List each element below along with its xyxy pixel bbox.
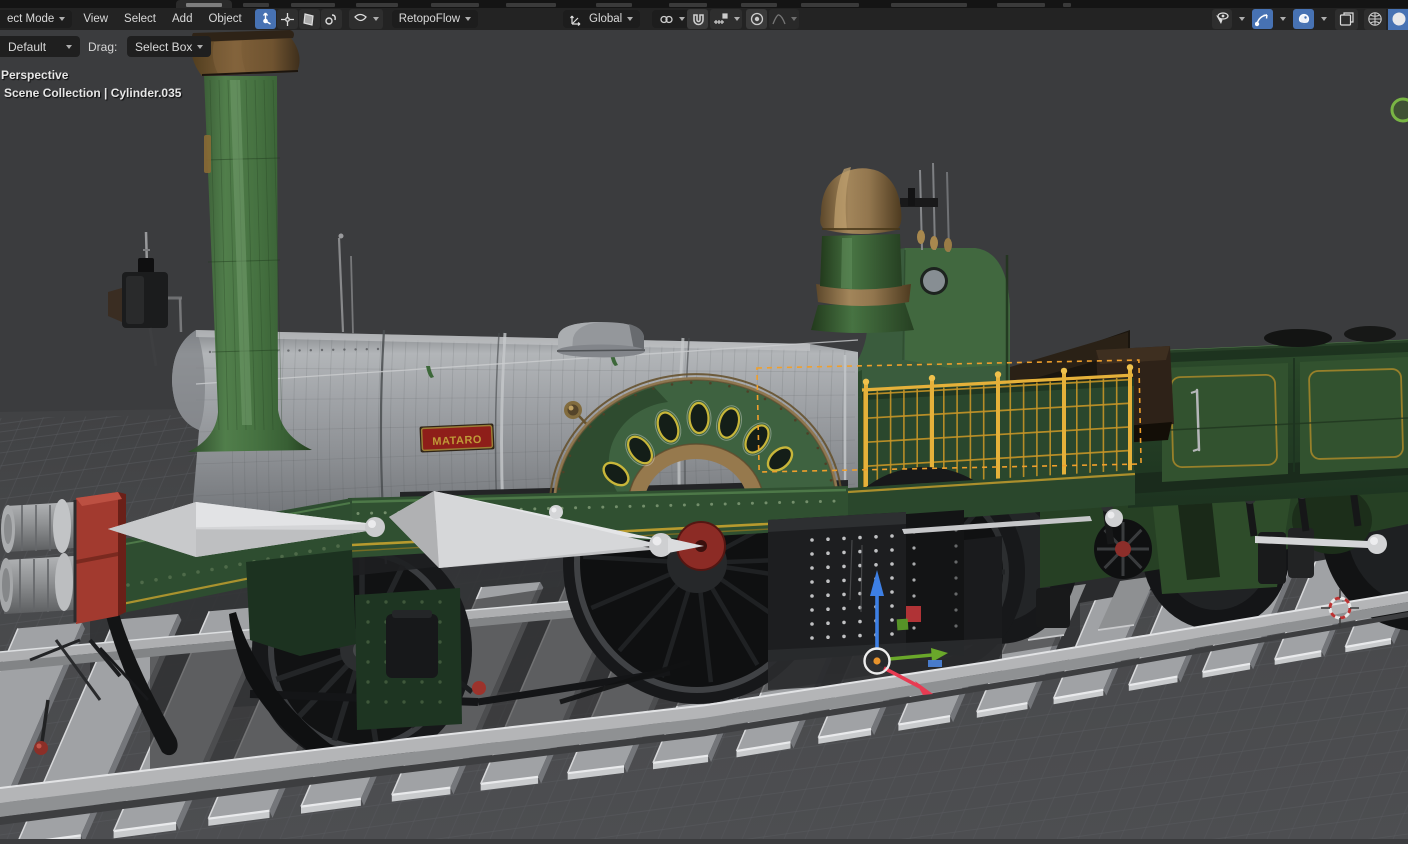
svg-text:MATARO: MATARO — [432, 434, 482, 448]
